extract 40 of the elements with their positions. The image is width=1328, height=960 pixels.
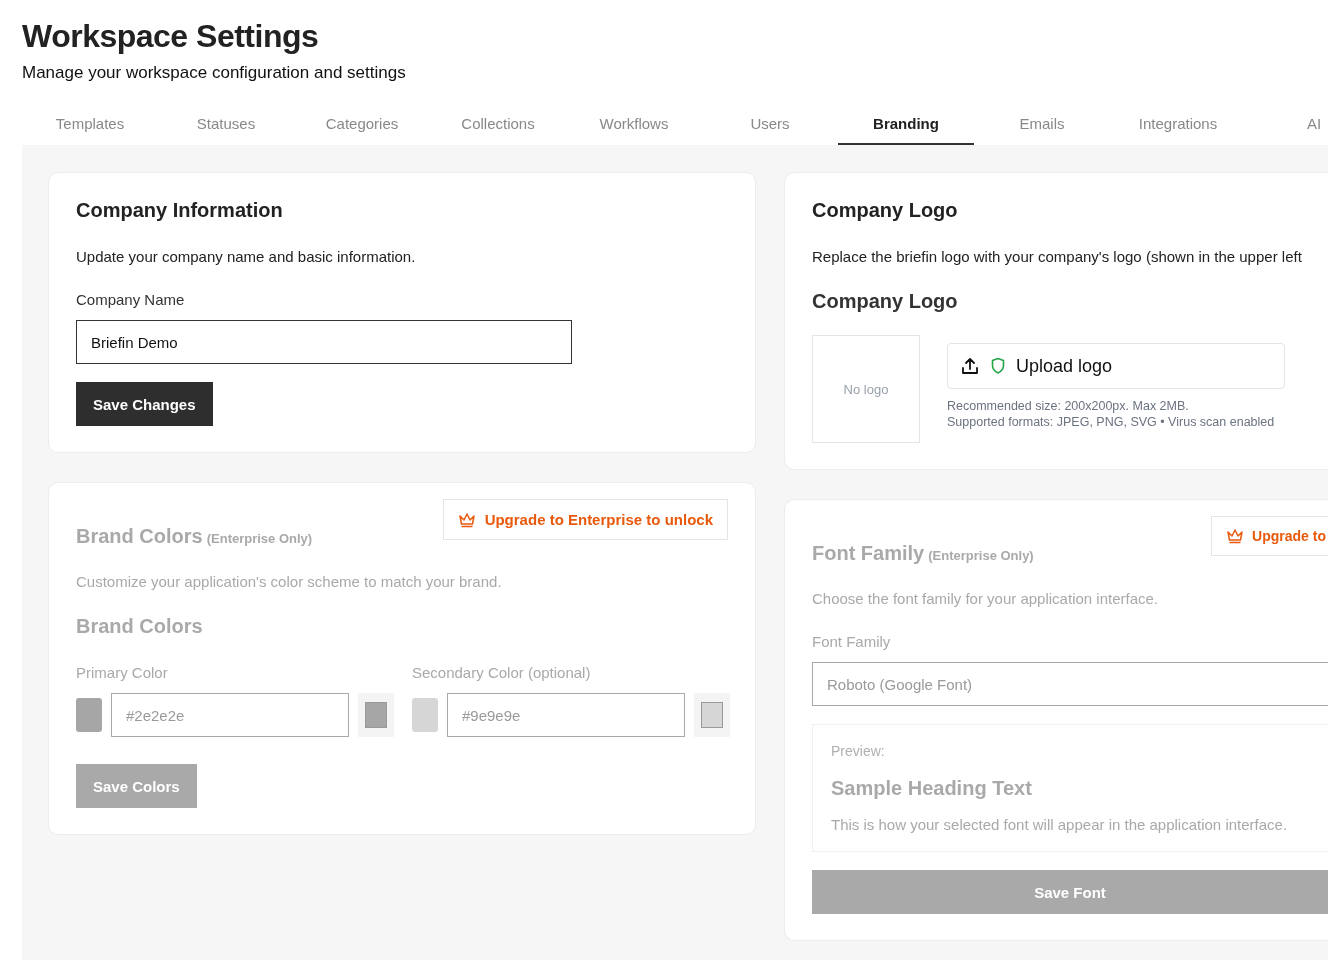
section-title: Font Family [812, 542, 925, 564]
tab[interactable]: Categories [294, 105, 430, 145]
shield-icon [990, 357, 1006, 375]
section-description: Update your company name and basic information. [76, 248, 417, 265]
enterprise-note: (Enterprise Only) [206, 531, 313, 546]
section-title: Company Information [76, 199, 284, 222]
field-label: Font Family [812, 633, 892, 650]
preview-text: This is how your selected font will appear in the application interface. [831, 816, 1289, 833]
tab[interactable]: AI [1246, 105, 1328, 145]
crown-icon [1226, 528, 1245, 544]
upload-icon [960, 356, 980, 376]
preview-label: Preview: [831, 743, 886, 759]
section-subtitle: Company Logo [812, 290, 959, 313]
preview-heading: Sample Heading Text [831, 777, 1033, 800]
enterprise-note: (Enterprise Only) [928, 548, 1034, 563]
page-title: Workspace Settings [22, 18, 320, 55]
tab[interactable]: Statuses [158, 105, 294, 145]
save-changes-button[interactable]: Save Changes [76, 382, 213, 426]
tab[interactable]: Workflows [566, 105, 702, 145]
section-description: Choose the font family for your application interface. [812, 590, 1160, 607]
page-subtitle: Manage your workspace configuration and settings [22, 63, 407, 83]
tab[interactable]: Templates [22, 105, 158, 145]
section-description: Replace the briefin logo with your company's logo (shown in the upper left [812, 248, 1303, 265]
field-label: Company Name [76, 291, 186, 308]
crown-icon [457, 511, 476, 528]
upload-hint: Recommended size: 200x200px. Max 2MB. [947, 399, 1190, 413]
section-title: Brand Colors [76, 525, 203, 547]
company-name-field[interactable]: Briefin Demo [76, 320, 572, 364]
tab[interactable]: Users [702, 105, 838, 145]
field-label: Secondary Color (optional) [412, 664, 592, 681]
logo-preview-field[interactable]: No logo [812, 335, 920, 443]
tab[interactable]: Collections [430, 105, 566, 145]
tab[interactable]: Integrations [1110, 105, 1246, 145]
upload-logo-button[interactable]: Upload logo [947, 343, 1285, 389]
tab[interactable]: Emails [974, 105, 1110, 145]
upload-hint: Supported formats: JPEG, PNG, SVG • Virus scan enabled [947, 415, 1276, 429]
section-title: Company Logo [812, 199, 959, 222]
section-description: Customize your application's color scheme to match your brand. [76, 573, 503, 590]
field-label: Primary Color [76, 664, 169, 681]
section-subtitle: Brand Colors [76, 615, 204, 638]
